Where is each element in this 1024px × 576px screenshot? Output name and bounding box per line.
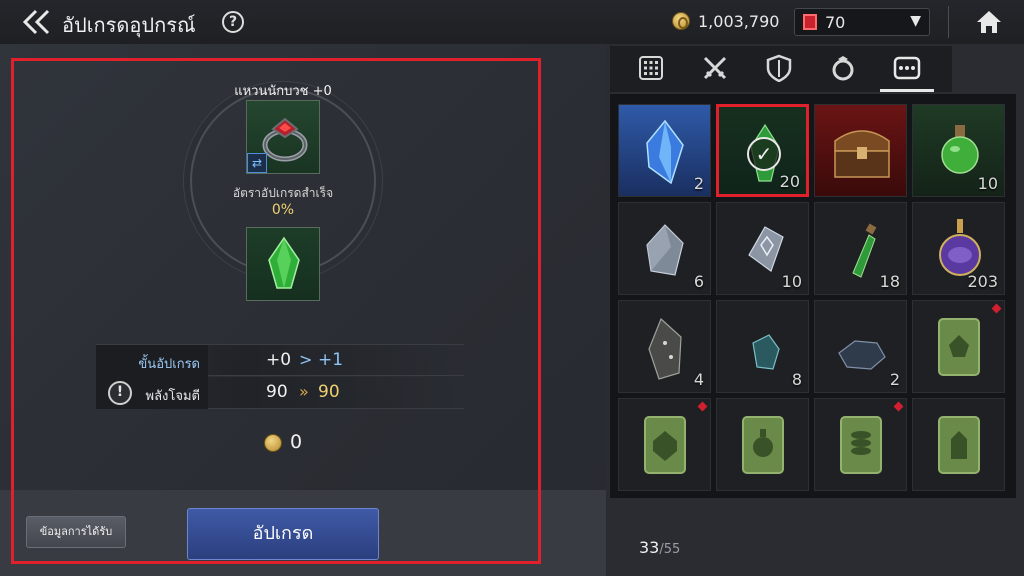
tab-all[interactable]	[624, 46, 678, 92]
item-quantity: 10	[977, 174, 998, 193]
card-coins-icon	[840, 416, 882, 474]
coal-icon	[838, 340, 886, 370]
shield-icon	[766, 54, 792, 82]
inventory-slot[interactable]	[618, 398, 711, 491]
red-gem-icon	[803, 14, 817, 30]
inventory-slot[interactable]	[912, 398, 1005, 491]
more-icon	[893, 56, 921, 80]
inventory-tabs	[610, 46, 952, 92]
card-shield-icon	[644, 416, 686, 474]
item-quantity: 6	[693, 272, 704, 291]
item-quantity: 18	[879, 272, 900, 291]
inventory-slot[interactable]: 2	[618, 104, 711, 197]
new-item-badge	[893, 401, 904, 412]
inventory-grid: 2 ✓ 20 10 6 10 18 203 4 8 2	[610, 94, 1016, 498]
grey-stone-icon	[646, 224, 684, 276]
inventory-slot[interactable]	[912, 300, 1005, 393]
inventory-slot[interactable]: 10	[716, 202, 809, 295]
inventory-slot[interactable]	[814, 398, 907, 491]
ring-icon	[832, 56, 854, 81]
highlight-frame	[11, 58, 541, 564]
tab-accessory[interactable]	[816, 46, 870, 92]
inventory-slot[interactable]: 4	[618, 300, 711, 393]
inventory-slot[interactable]: 8	[716, 300, 809, 393]
tab-armor[interactable]	[752, 46, 806, 92]
item-quantity: 8	[791, 370, 802, 389]
gem-amount: 70	[825, 13, 846, 32]
dark-ore-icon	[648, 317, 682, 380]
inventory-slot[interactable]: 203	[912, 202, 1005, 295]
chevron-down-icon: ▼	[910, 13, 921, 29]
checkmark-icon: ✓	[747, 137, 781, 171]
card-potion-icon	[742, 416, 784, 474]
inventory-slot-selected[interactable]: ✓ 20	[716, 104, 809, 197]
gold-coin-icon	[672, 12, 690, 30]
inventory-slot[interactable]: 10	[912, 104, 1005, 197]
inventory-slot[interactable]: 6	[618, 202, 711, 295]
card-guild-icon	[938, 318, 980, 376]
inventory-capacity: 33/55	[639, 538, 680, 557]
back-arrow-icon[interactable]	[20, 8, 54, 36]
page-title: อัปเกรดอุปกรณ์	[62, 13, 196, 37]
grid-icon	[639, 56, 663, 80]
crossed-swords-icon	[703, 56, 727, 80]
inventory-slot[interactable]: 18	[814, 202, 907, 295]
new-item-badge	[991, 303, 1002, 314]
capacity-used: 33	[639, 538, 660, 557]
inventory-slot[interactable]	[814, 104, 907, 197]
treasure-chest-icon	[834, 130, 890, 178]
divider	[948, 6, 949, 38]
teal-ore-icon	[752, 334, 780, 370]
item-quantity: 2	[889, 370, 900, 389]
card-tower-icon	[938, 416, 980, 474]
capacity-max: /55	[659, 542, 681, 557]
item-quantity: 2	[693, 174, 704, 193]
item-quantity: 10	[781, 272, 802, 291]
new-item-badge	[697, 401, 708, 412]
help-icon[interactable]: ?	[222, 11, 244, 33]
inventory-slot[interactable]: 2	[814, 300, 907, 393]
gem-currency-dropdown[interactable]: 70 ▼	[794, 8, 930, 36]
home-icon[interactable]	[975, 8, 1003, 36]
tab-weapon[interactable]	[688, 46, 742, 92]
tab-other[interactable]	[880, 46, 934, 92]
item-quantity: 4	[693, 370, 704, 389]
item-quantity: 20	[779, 172, 800, 191]
top-bar: อัปเกรดอุปกรณ์ ? 1,003,790 70 ▼	[0, 0, 1024, 44]
inventory-slot[interactable]	[716, 398, 809, 491]
gold-amount: 1,003,790	[698, 12, 780, 31]
blue-crystal-icon	[646, 119, 684, 185]
item-quantity: 203	[967, 272, 998, 291]
